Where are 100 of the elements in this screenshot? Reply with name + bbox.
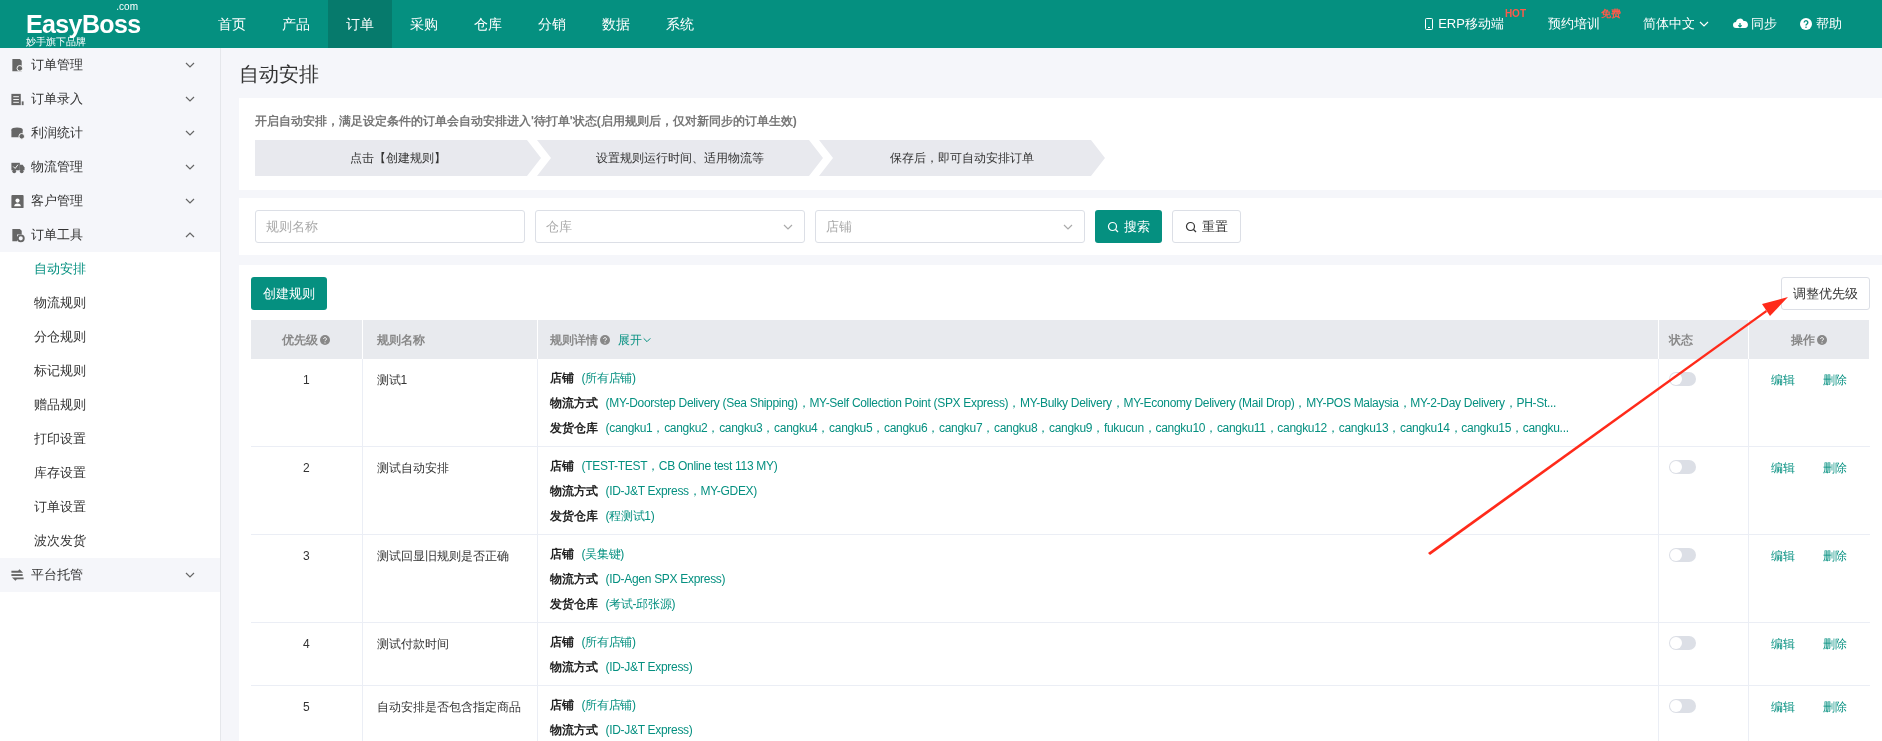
detail-label: 店铺 — [549, 696, 574, 714]
detail-label: 店铺 — [549, 369, 574, 387]
coins-icon — [10, 125, 25, 141]
column-header: 规则名称 — [376, 331, 425, 349]
toggle-switch[interactable] — [1669, 699, 1696, 713]
reset-button[interactable]: 重置 — [1172, 210, 1241, 243]
rule-name: 测试自动安排 — [376, 461, 449, 475]
store-select[interactable]: 店铺 — [815, 210, 1085, 243]
action-link[interactable]: 删除 — [1823, 547, 1848, 565]
sidebar-item[interactable]: 打印设置 — [0, 422, 220, 456]
detail-label: 物流方式 — [549, 482, 598, 500]
detail-label: 店铺 — [549, 545, 574, 563]
table-cell: 3 — [302, 549, 310, 563]
sidebar-item[interactable]: 自动安排 — [0, 252, 220, 286]
detail-label: 物流方式 — [549, 658, 598, 676]
detail-value: (ID-J&T Express) — [605, 658, 693, 676]
search-icon — [1107, 220, 1119, 233]
nav-tab[interactable]: 采购 — [392, 0, 456, 48]
action-link[interactable]: 编辑 — [1771, 371, 1796, 389]
top-link[interactable]: ERP移动端 — [1423, 14, 1504, 34]
detail-label: 店铺 — [549, 633, 574, 651]
action-link[interactable]: 删除 — [1823, 698, 1848, 716]
detail-label: 店铺 — [549, 457, 574, 475]
sidebar-item[interactable]: 物流规则 — [0, 286, 220, 320]
detail-value: (所有店铺) — [581, 633, 636, 651]
detail-value: (所有店铺) — [581, 369, 636, 387]
detail-value: (cangku1，cangku2，cangku3，cangku4，cangku5，cangku6，cangku7，cangku8，cangku9，fukucun，cangku10，cangku11，cangku12，cangku13，cangku14，cangku15，cangku... — [605, 419, 1569, 437]
page-title: 自动安排 — [239, 62, 320, 87]
detail-label: 物流方式 — [549, 721, 598, 739]
sidebar-item[interactable]: 订单设置 — [0, 490, 220, 524]
nav-tab[interactable]: 分销 — [520, 0, 584, 48]
rule-name: 测试付款时间 — [376, 637, 449, 651]
detail-label: 物流方式 — [549, 570, 598, 588]
search-button[interactable]: 搜索 — [1095, 210, 1162, 243]
action-link[interactable]: 编辑 — [1771, 635, 1796, 653]
help-icon — [1799, 17, 1813, 31]
help-icon — [1817, 334, 1827, 345]
create-rule-button[interactable]: 创建规则 — [251, 277, 327, 310]
table-cell: 5 — [302, 700, 310, 714]
nav-tab[interactable]: 产品 — [264, 0, 328, 48]
nav-tab[interactable]: 系统 — [648, 0, 712, 48]
detail-label: 发货仓库 — [549, 507, 598, 525]
sidebar-item[interactable]: 分仓规则 — [0, 320, 220, 354]
top-link[interactable]: 预约培训 — [1548, 14, 1600, 34]
detail-value: (程测试1) — [605, 507, 655, 525]
promo-label: HOT — [1504, 7, 1526, 22]
document-gear-icon — [10, 227, 25, 243]
search-icon — [1185, 220, 1197, 233]
detail-value: (吴集键) — [581, 545, 624, 563]
toggle-switch[interactable] — [1669, 548, 1696, 562]
column-header: 规则详情 — [549, 331, 598, 349]
sidebar-group[interactable]: 利润统计 — [0, 116, 220, 150]
person-card-icon — [10, 193, 25, 209]
sidebar-item[interactable]: 波次发货 — [0, 524, 220, 558]
toggle-switch[interactable] — [1669, 460, 1696, 474]
detail-label: 物流方式 — [549, 394, 598, 412]
help-icon — [320, 334, 331, 345]
column-header: 状态 — [1669, 331, 1693, 349]
phone-icon — [1423, 18, 1436, 30]
sidebar-item[interactable]: 标记规则 — [0, 354, 220, 388]
top-link[interactable]: 同步 — [1732, 14, 1777, 34]
nav-tab[interactable]: 首页 — [200, 0, 264, 48]
toggle-switch[interactable] — [1669, 636, 1696, 650]
expand-link[interactable]: 展开 — [617, 330, 652, 349]
action-link[interactable]: 删除 — [1823, 635, 1848, 653]
column-header: 优先级 — [282, 331, 319, 349]
table-cell: 1 — [302, 373, 310, 387]
top-link[interactable]: 帮助 — [1799, 14, 1842, 34]
sidebar-group[interactable]: 平台托管 — [0, 558, 220, 592]
sidebar-group[interactable]: 订单管理 — [0, 48, 220, 82]
detail-value: (MY-Doorstep Delivery (Sea Shipping)，MY-Self Collection Point (SPX Express)，MY-Bulky Delivery，MY-Economy Delivery (Mail Drop)，MY-POS Malaysia，MY-2-Day Delivery，PH-St... — [605, 394, 1557, 412]
nav-tab[interactable]: 订单 — [328, 0, 392, 48]
rule-name-field[interactable]: 规则名称 — [255, 210, 525, 243]
sidebar-item[interactable]: 赠品规则 — [0, 388, 220, 422]
top-link[interactable]: 简体中文 — [1643, 14, 1710, 34]
nav-tab[interactable]: 数据 — [584, 0, 648, 48]
warehouse-select[interactable]: 仓库 — [535, 210, 805, 243]
promo-label: 免费 — [1601, 7, 1621, 22]
action-link[interactable]: 编辑 — [1771, 547, 1796, 565]
rule-name: 测试回显旧规则是否正确 — [376, 549, 509, 563]
sidebar-group[interactable]: 物流管理 — [0, 150, 220, 184]
list-icon — [10, 91, 25, 107]
column-header: 操作 — [1791, 331, 1815, 349]
transfer-icon — [10, 567, 25, 583]
rule-name: 测试1 — [376, 373, 408, 387]
action-link[interactable]: 编辑 — [1771, 698, 1796, 716]
sidebar-item[interactable]: 库存设置 — [0, 456, 220, 490]
detail-value: (TEST-TEST，CB Online test 113 MY) — [581, 457, 778, 475]
adjust-priority-button[interactable]: 调整优先级 — [1781, 277, 1870, 310]
action-link[interactable]: 编辑 — [1771, 459, 1796, 477]
intro-text: 开启自动安排，满足设定条件的订单会自动安排进入'待打单'状态(启用规则后，仅对新同步的订单生效) — [255, 113, 798, 130]
logo[interactable]: EasyBoss — [26, 11, 141, 36]
nav-tab[interactable]: 仓库 — [456, 0, 520, 48]
document-icon — [10, 57, 25, 73]
sidebar-group[interactable]: 客户管理 — [0, 184, 220, 218]
sidebar-group[interactable]: 订单录入 — [0, 82, 220, 116]
help-icon — [599, 334, 610, 345]
sidebar-group[interactable]: 订单工具 — [0, 218, 220, 252]
action-link[interactable]: 删除 — [1823, 371, 1848, 389]
action-link[interactable]: 删除 — [1823, 459, 1848, 477]
